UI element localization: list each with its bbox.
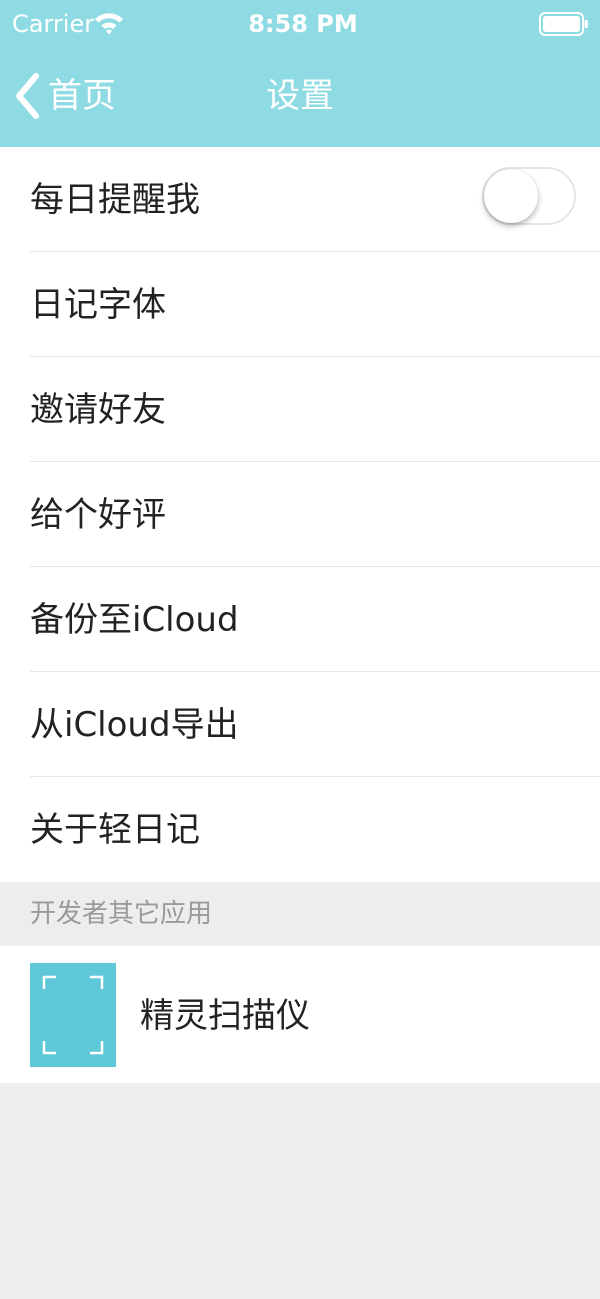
scanner-app-icon	[30, 963, 116, 1067]
settings-item-label: 备份至iCloud	[30, 599, 239, 640]
toggle-knob	[484, 169, 538, 223]
settings-item-backup-icloud[interactable]: 备份至iCloud	[0, 567, 600, 672]
app-name: 精灵扫描仪	[140, 996, 310, 1036]
settings-item-label: 关于轻日记	[30, 809, 200, 850]
app-item-scanner[interactable]: 精灵扫描仪	[0, 946, 600, 1083]
section-header-label: 开发者其它应用	[30, 899, 213, 929]
daily-reminder-toggle[interactable]	[482, 167, 576, 225]
settings-item-label: 日记字体	[30, 284, 166, 325]
settings-item-rate-app[interactable]: 给个好评	[0, 462, 600, 567]
page-title: 设置	[266, 76, 334, 116]
section-header-other-apps: 开发者其它应用	[0, 882, 600, 946]
settings-item-export-icloud[interactable]: 从iCloud导出	[0, 672, 600, 777]
status-bar: Carrier 8:58 PM	[0, 0, 600, 48]
settings-item-about[interactable]: 关于轻日记	[0, 777, 600, 882]
other-apps-list: 精灵扫描仪	[0, 946, 600, 1083]
settings-item-invite-friends[interactable]: 邀请好友	[0, 357, 600, 462]
settings-item-label: 从iCloud导出	[30, 704, 239, 745]
settings-item-daily-reminder: 每日提醒我	[0, 147, 600, 252]
battery-icon	[539, 12, 588, 36]
settings-item-label: 邀请好友	[30, 389, 166, 430]
header: Carrier 8:58 PM 首页 设置	[0, 0, 600, 147]
settings-item-diary-font[interactable]: 日记字体	[0, 252, 600, 357]
navigation-bar: 首页 设置	[0, 48, 600, 147]
settings-item-label: 给个好评	[30, 494, 166, 535]
settings-list: 每日提醒我 日记字体 邀请好友 给个好评 备份至iCloud 从iCloud导出…	[0, 147, 600, 882]
settings-item-label: 每日提醒我	[30, 179, 200, 220]
status-time: 8:58 PM	[248, 10, 358, 38]
